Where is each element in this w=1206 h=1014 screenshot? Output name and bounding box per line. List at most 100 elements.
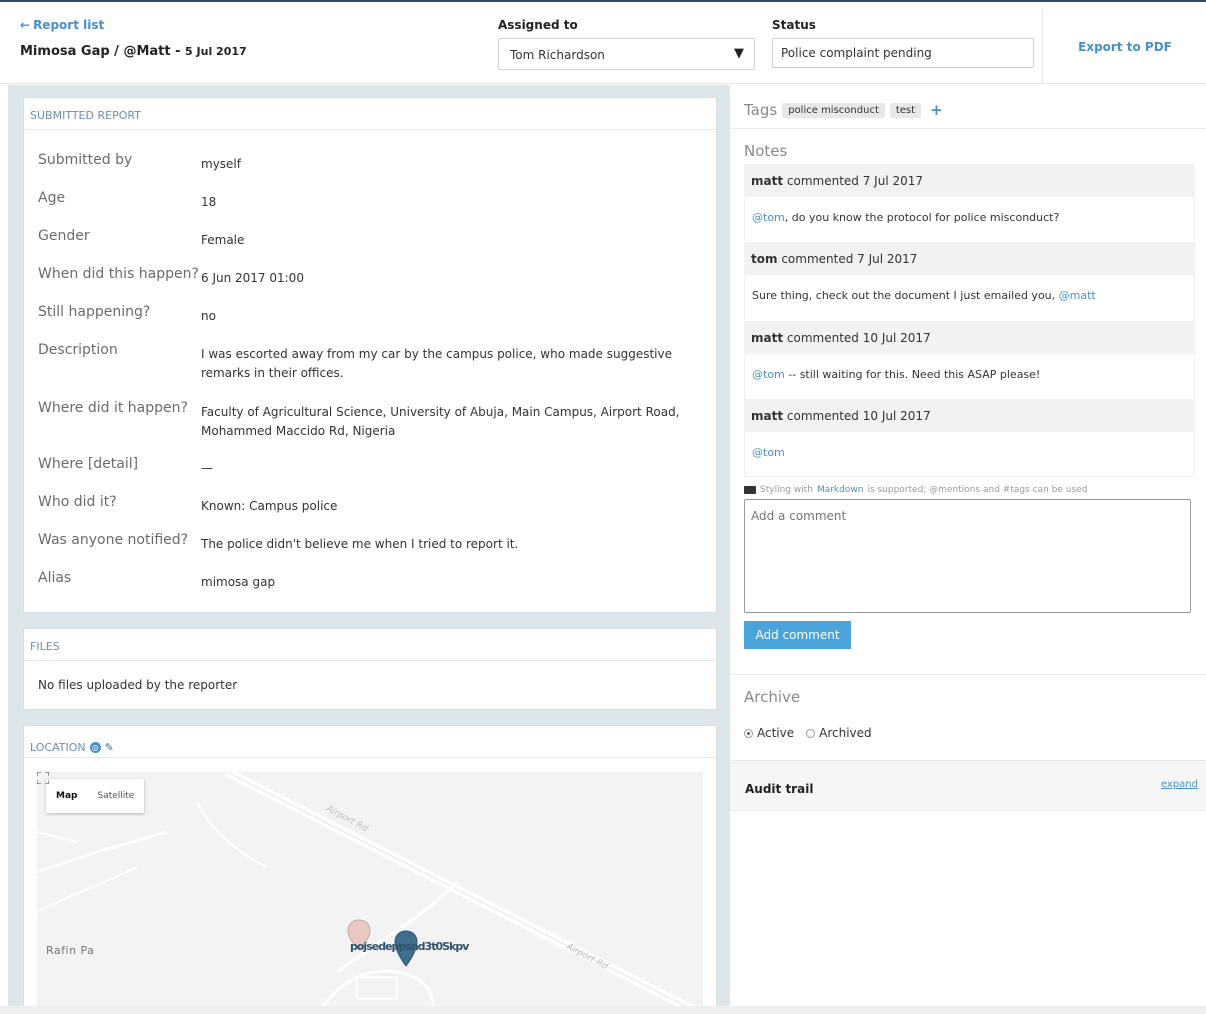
note-text: , do you know the protocol for police mi… [784,211,1060,224]
field-value: Faculty of Agricultural Science, Univers… [201,405,680,438]
right-panel: Tags police misconduct test + Notes matt… [730,85,1206,1014]
audit-trail-bar: Audit trail expand [730,760,1206,811]
location-heading: LOCATION ◎ ✎ [24,726,716,758]
field-value: no [201,309,216,323]
submitted-report-heading: SUBMITTED REPORT [24,98,716,130]
markdown-link[interactable]: Markdown [817,485,863,495]
add-tag-icon[interactable]: + [930,101,943,119]
note-text: -- still waiting for this. Need this ASA… [784,368,1041,381]
field-label: Still happening? [38,304,151,320]
note-author: matt [751,331,784,345]
field-value: Female [201,233,245,247]
files-empty-text: No files uploaded by the reporter [38,678,238,692]
report-list-link[interactable]: ← Report list [20,18,104,32]
marker-label: pojsedeppsnd3t0Skpv [350,940,469,953]
field-label: Where [detail] [38,456,139,472]
files-card: FILES No files uploaded by the reporter [23,628,717,710]
map-place-label: Rafin Pa [46,944,95,957]
field-label: Description [38,342,118,358]
note-item: matt commented 10 Jul 2017 @tom -- still… [744,321,1195,399]
field-label: Alias [38,570,72,586]
divider [730,674,1206,675]
note-header: matt commented 10 Jul 2017 [744,321,1195,354]
field-value: 18 [201,195,217,209]
tags-row: Tags police misconduct test + [744,101,943,119]
note-author: matt [751,174,784,188]
note-meta: commented 7 Jul 2017 [786,174,924,188]
active-label: Active [757,726,795,740]
bottom-scrollbar[interactable] [0,1006,1206,1014]
tag-chip[interactable]: police misconduct [782,102,885,118]
audit-expand-link[interactable]: expand [1161,779,1198,790]
pencil-icon[interactable]: ✎ [105,741,114,754]
audit-trail-title: Audit trail [745,782,814,796]
map-type-toggle: Map Satellite [46,779,145,813]
report-list-label: Report list [33,18,105,32]
markdown-hint: Styling with Markdown is supported; @men… [744,485,1087,495]
mention-link[interactable]: @matt [1059,289,1096,302]
location-map[interactable]: Map Satellite Airport Rd Airport Rd Rafi… [37,772,703,1014]
note-item: matt commented 7 Jul 2017 @tom, do you k… [744,164,1195,242]
note-meta: commented 10 Jul 2017 [786,409,931,423]
field-label: Where did it happen? [38,400,188,416]
field-label: Who did it? [38,494,117,510]
comment-textarea[interactable] [744,499,1191,613]
tag-chip[interactable]: test [889,102,922,118]
markdown-icon [744,486,756,494]
field-value: 6 Jun 2017 01:00 [201,271,304,285]
assigned-to-label: Assigned to [498,18,578,32]
mention-link[interactable]: @tom [752,211,785,224]
add-comment-button[interactable]: Add comment [744,621,851,649]
note-body: Sure thing, check out the document I jus… [744,275,1195,320]
field-value: The police didn't believe me when I trie… [201,537,519,551]
field-label: Was anyone notified? [38,532,189,548]
field-value: myself [201,157,241,171]
field-value: — [201,461,213,475]
export-pdf-link[interactable]: Export to PDF [1043,40,1206,54]
export-column: Export to PDF [1042,11,1206,84]
files-heading: FILES [24,629,716,661]
map-tab[interactable]: Map [46,779,87,813]
report-date: 5 Jul 2017 [185,45,247,58]
divider [730,128,1206,129]
archive-title: Archive [744,688,801,706]
report-title-text: Mimosa Gap / @Matt [20,44,171,59]
arrow-left-icon: ← [20,18,31,32]
report-header: ← Report list Mimosa Gap / @Matt - 5 Jul … [0,2,1206,84]
note-author: tom [751,252,778,266]
status-input[interactable] [772,38,1034,68]
satellite-tab[interactable]: Satellite [87,779,144,813]
note-author: matt [751,409,784,423]
assigned-to-select[interactable]: Tom Richardson ▼ [498,38,755,70]
note-header: matt commented 10 Jul 2017 [744,399,1195,432]
field-value: I was escorted away from my car by the c… [201,347,672,380]
field-label: Age [38,190,66,206]
note-item: matt commented 10 Jul 2017 @tom [744,399,1195,477]
note-header: tom commented 7 Jul 2017 [744,242,1195,275]
location-card: LOCATION ◎ ✎ Map Satellite Airport Rd Ai… [23,725,717,1014]
note-body: @tom -- still waiting for this. Need thi… [744,354,1195,399]
field-value: Known: Campus police [201,499,338,513]
radio-unselected-icon [806,728,816,738]
globe-icon[interactable]: ◎ [89,741,101,753]
mention-link[interactable]: @tom [752,368,785,381]
active-radio[interactable]: Active [744,726,794,740]
archived-radio[interactable]: Archived [806,726,872,740]
radio-selected-icon [744,728,753,738]
location-heading-text: LOCATION [30,740,86,754]
note-item: tom commented 7 Jul 2017 Sure thing, che… [744,242,1195,320]
fullscreen-icon[interactable] [37,772,49,784]
note-text: Sure thing, check out the document I jus… [752,289,1059,302]
note-body: @tom [744,432,1195,477]
tags-title: Tags [744,101,778,119]
hint-prefix: Styling with [760,485,813,495]
caret-down-icon: ▼ [734,46,744,61]
note-meta: commented 7 Jul 2017 [781,252,918,266]
status-label: Status [772,18,816,32]
hint-suffix: is supported; @mentions and #tags can be… [867,485,1088,495]
field-label: Gender [38,228,90,244]
archive-radio-group: Active Archived [744,726,872,740]
field-label: When did this happen? [38,266,199,282]
assigned-to-value: Tom Richardson [510,48,605,62]
mention-link[interactable]: @tom [752,446,785,459]
